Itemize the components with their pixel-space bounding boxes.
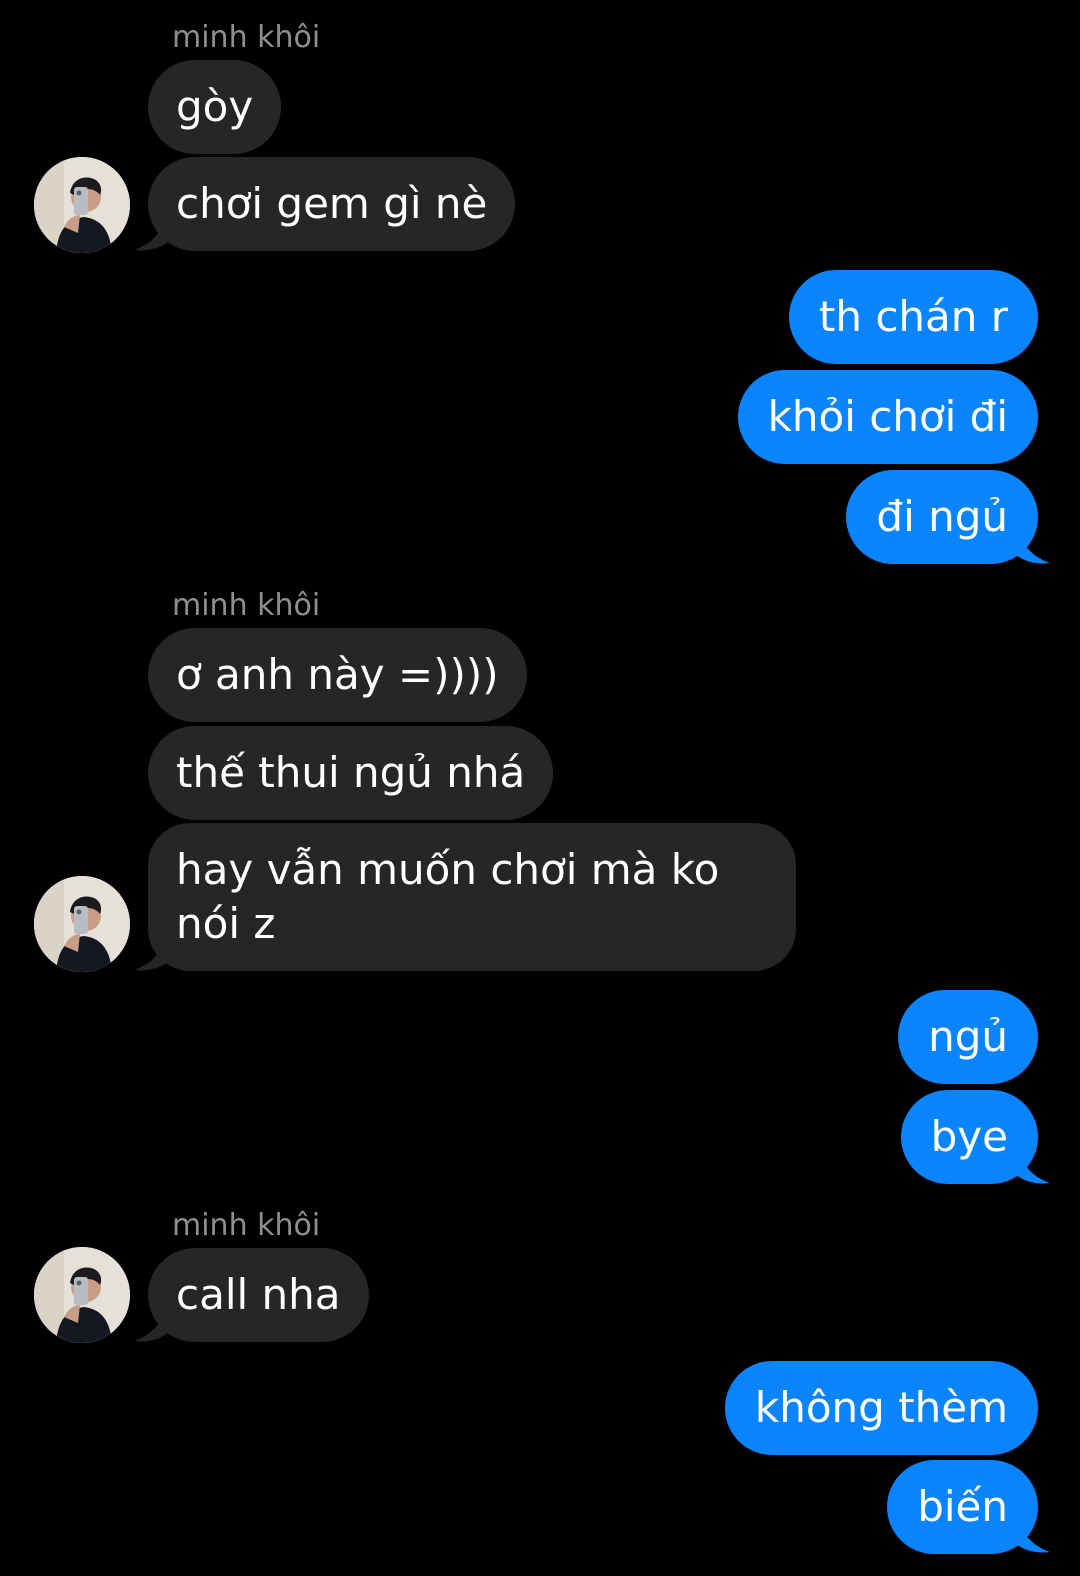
sender-name: minh khôi — [172, 20, 321, 55]
outgoing-bubble-tail — [1016, 1514, 1050, 1553]
outgoing-message[interactable]: không thèm — [724, 1361, 1038, 1455]
incoming-message[interactable]: chơi gem gì nè — [148, 157, 516, 251]
incoming-message[interactable]: gòy — [148, 60, 282, 154]
incoming-bubble-tail — [134, 1303, 168, 1342]
incoming-message[interactable]: ơ anh này =)))) — [148, 628, 527, 722]
sender-name: minh khôi — [172, 588, 321, 623]
outgoing-message[interactable]: đi ngủ — [846, 470, 1038, 564]
incoming-message[interactable]: hay vẫn muốn chơi mà ko nói z — [148, 823, 796, 971]
outgoing-bubble-tail — [1016, 525, 1050, 564]
incoming-message[interactable]: call nha — [148, 1248, 369, 1342]
contact-avatar-icon — [34, 1247, 130, 1343]
outgoing-message[interactable]: th chán r — [788, 270, 1038, 364]
outgoing-message[interactable]: khỏi chơi đi — [737, 370, 1038, 464]
contact-avatar-icon — [34, 876, 130, 972]
incoming-bubble-tail — [134, 212, 168, 251]
contact-avatar-icon — [34, 157, 130, 253]
contact-avatar[interactable] — [34, 1247, 130, 1343]
incoming-message[interactable]: thế thui ngủ nhá — [148, 726, 554, 820]
sender-name: minh khôi — [172, 1208, 321, 1243]
incoming-bubble-tail — [134, 932, 168, 971]
outgoing-bubble-tail — [1016, 1145, 1050, 1184]
contact-avatar[interactable] — [34, 876, 130, 972]
outgoing-message[interactable]: ngủ — [898, 990, 1038, 1084]
contact-avatar[interactable] — [34, 157, 130, 253]
